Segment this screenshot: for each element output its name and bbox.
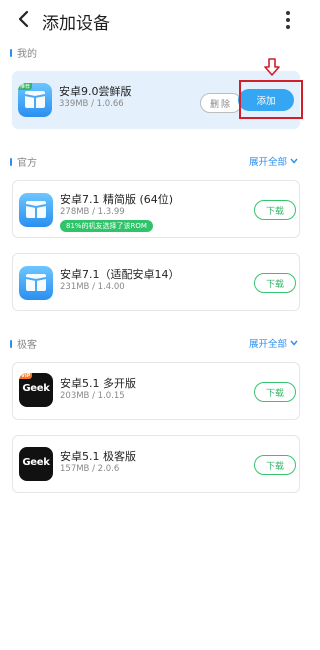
download-button[interactable]: 下载 (254, 382, 296, 402)
section-label-official: 官方 (10, 154, 37, 169)
geek-logo-text: Geek (22, 457, 50, 468)
delete-button[interactable]: 删除 (200, 93, 242, 113)
rom-card: 安卓7.1 精简版 (64位) 278MB / 1.3.99 81%的机友选择了… (12, 180, 300, 238)
app-name: 安卓7.1（适配安卓14） (60, 268, 180, 281)
section-title: 官方 (17, 158, 37, 169)
expand-label: 展开全部 (248, 339, 287, 350)
app-name: 安卓9.0尝鲜版 (59, 85, 132, 98)
section-marker (10, 48, 12, 57)
down-arrow-annotation-icon (264, 58, 280, 76)
download-button[interactable]: 下载 (254, 273, 296, 293)
download-button[interactable]: 下载 (254, 455, 296, 475)
app-name: 安卓7.1 精简版 (64位) (60, 193, 174, 206)
app-name: 安卓5.1 多开版 (60, 377, 136, 390)
app-name: 安卓5.1 极客版 (60, 450, 136, 463)
geek-logo-text: Geek (22, 383, 50, 394)
expand-label: 展开全部 (248, 157, 287, 168)
rom-card: VIP Geek 安卓5.1 多开版 203MB / 1.0.15 下载 (12, 362, 300, 420)
expand-all-official[interactable]: 展开全部 (249, 154, 298, 168)
back-chevron-icon[interactable] (14, 8, 34, 30)
section-title: 我的 (17, 49, 37, 60)
app-meta: 203MB / 1.0.15 (60, 391, 125, 401)
section-title: 极客 (17, 340, 37, 351)
geek-logo-icon: Geek (19, 447, 53, 481)
android-window-icon (19, 266, 53, 300)
expand-all-geek[interactable]: 展开全部 (249, 336, 298, 350)
app-meta: 278MB / 1.3.99 (60, 207, 125, 217)
section-label-geek: 极客 (10, 336, 37, 351)
rom-card: Geek 安卓5.1 极客版 157MB / 2.0.6 下载 (12, 435, 300, 493)
download-button[interactable]: 下载 (254, 200, 296, 220)
more-vertical-icon[interactable] (280, 8, 296, 32)
chevron-down-icon (290, 340, 298, 346)
geek-logo-icon: VIP Geek (19, 373, 53, 407)
vip-badge: VIP (19, 373, 33, 379)
chevron-down-icon (290, 158, 298, 164)
section-marker (10, 339, 12, 348)
highlight-annotation-box (239, 80, 303, 119)
section-label-mine: 我的 (10, 45, 37, 60)
rom-card: 安卓7.1（适配安卓14） 231MB / 1.4.00 下载 (12, 253, 300, 311)
app-meta: 231MB / 1.4.00 (60, 282, 125, 292)
popularity-tag: 81%的机友选择了该ROM (60, 220, 153, 232)
page-title: 添加设备 (42, 14, 110, 34)
app-meta: 157MB / 2.0.6 (60, 464, 120, 474)
section-marker (10, 157, 12, 166)
android-window-icon (19, 193, 53, 227)
android-window-icon: 推荐 (18, 83, 52, 117)
app-meta: 339MB / 1.0.66 (59, 99, 124, 109)
top-bar: 添加设备 (0, 0, 312, 40)
recommend-badge: 推荐 (18, 83, 33, 90)
